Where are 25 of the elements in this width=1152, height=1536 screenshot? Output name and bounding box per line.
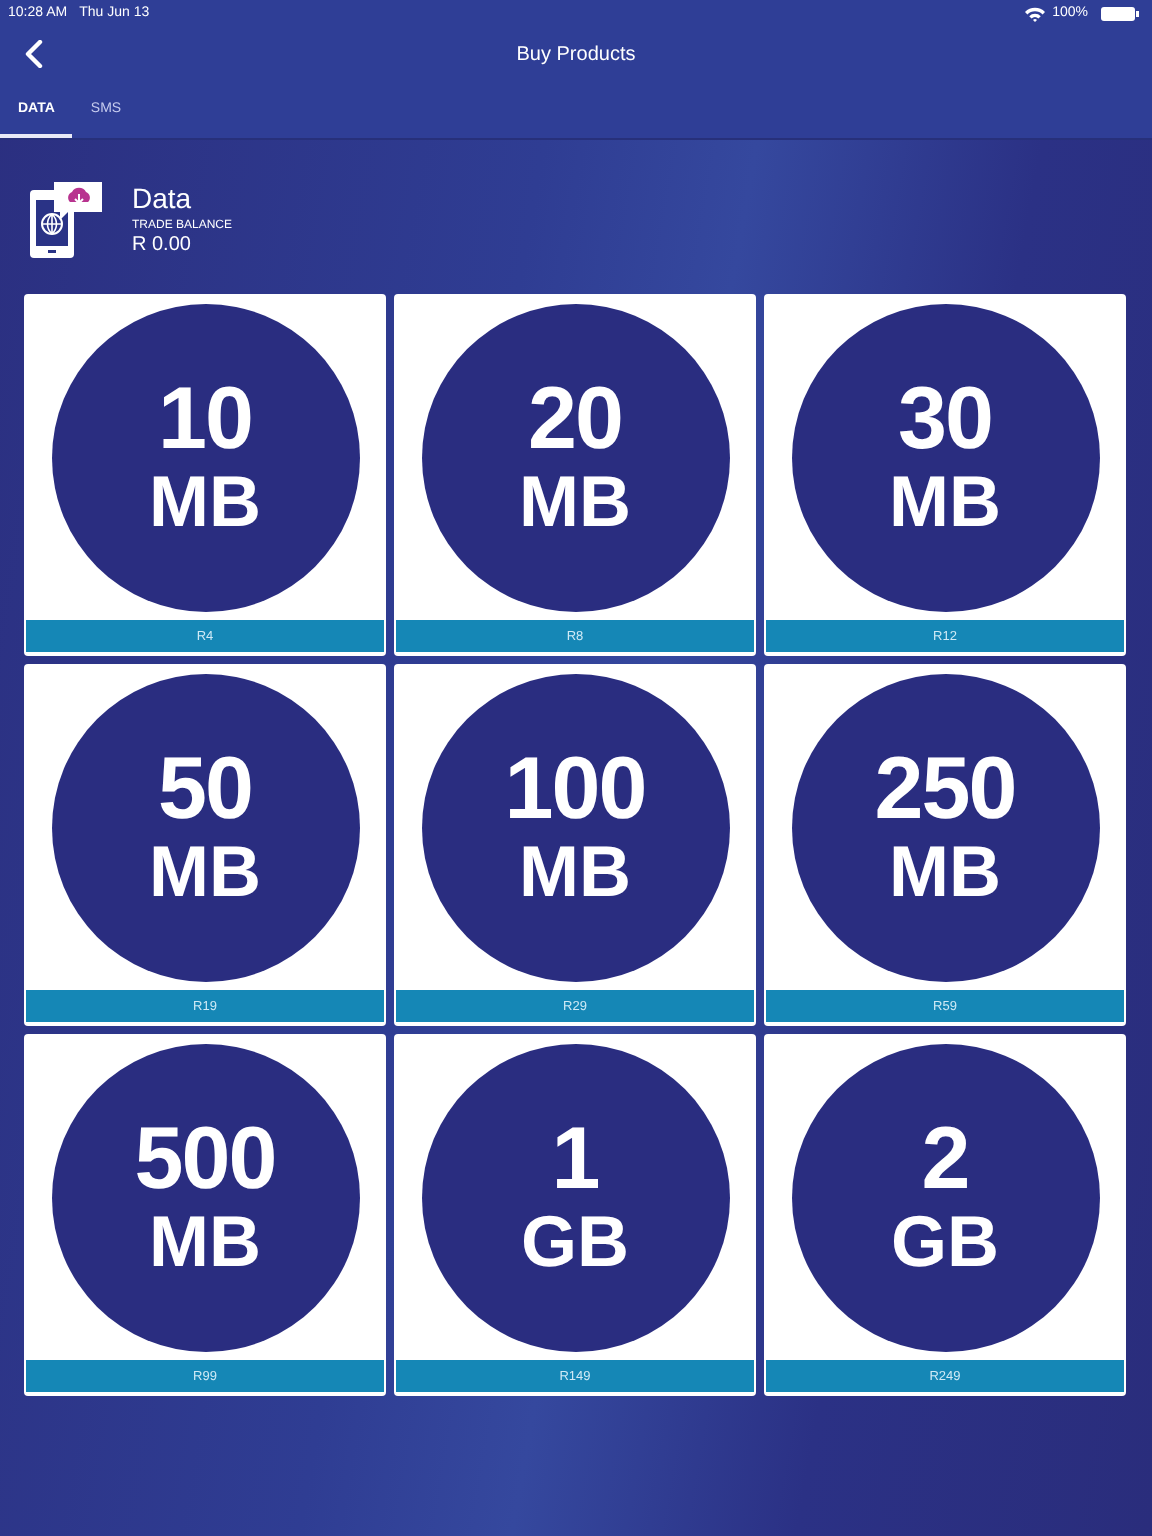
back-icon[interactable] (24, 40, 44, 68)
bundle-unit: MB (149, 834, 261, 910)
bundle-unit: GB (521, 1204, 629, 1280)
bundle-amount: 250 (874, 746, 1016, 834)
bundle-amount: 500 (134, 1116, 276, 1204)
wifi-icon (1024, 5, 1047, 21)
balance-amount: R 0.00 (132, 233, 193, 257)
bundle-amount: 1 (551, 1116, 599, 1204)
bundle-amount: 2 (921, 1116, 969, 1204)
page-title: Buy Products (516, 43, 636, 65)
bundle-amount: 30 (898, 376, 992, 464)
bundle-unit: MB (889, 464, 1001, 540)
bundle-unit: GB (891, 1204, 999, 1280)
bundle-unit: MB (519, 834, 631, 910)
bundle-unit: MB (519, 464, 631, 540)
bundle-unit: MB (889, 834, 1001, 910)
bundle-unit: MB (149, 1204, 261, 1280)
battery-icon (1100, 5, 1140, 21)
bundle-amount: 50 (158, 746, 252, 834)
tablet-globe-icon (28, 179, 104, 259)
category-title: Data (132, 181, 194, 213)
bundle-amount: 10 (158, 376, 252, 464)
bundle-amount: 20 (528, 376, 622, 464)
bundle-unit: MB (149, 464, 261, 540)
bundle-amount: 100 (504, 746, 646, 834)
